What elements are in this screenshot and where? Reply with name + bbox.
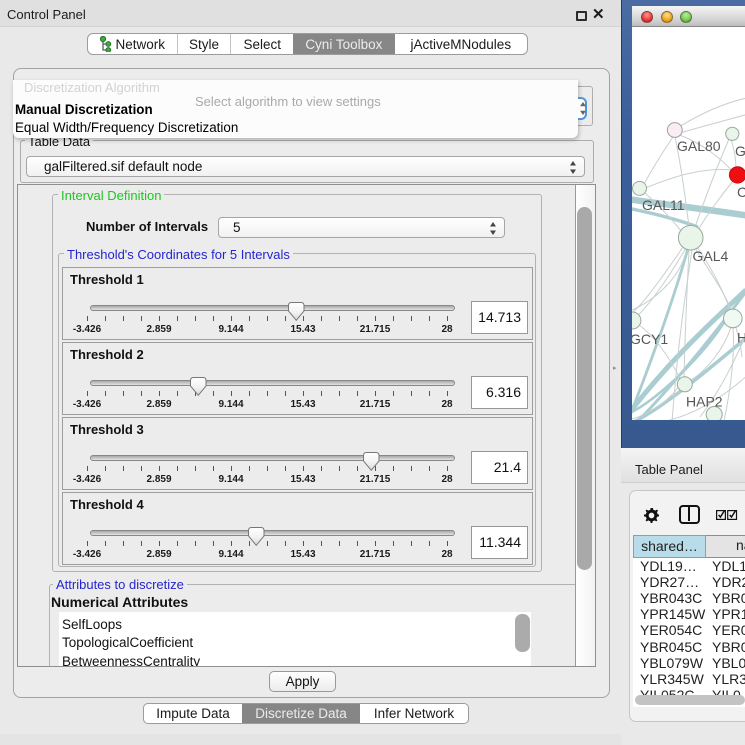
svg-text:HAP2: HAP2 (686, 394, 723, 410)
svg-text:GAL11: GAL11 (642, 197, 685, 213)
svg-text:C: C (737, 184, 745, 200)
svg-text:HI: HI (737, 330, 745, 346)
svg-text:GCY1: GCY1 (632, 331, 668, 347)
svg-text:GAL4: GAL4 (693, 248, 729, 264)
svg-text:GAL80: GAL80 (677, 138, 721, 154)
svg-text:GA: GA (735, 143, 745, 159)
